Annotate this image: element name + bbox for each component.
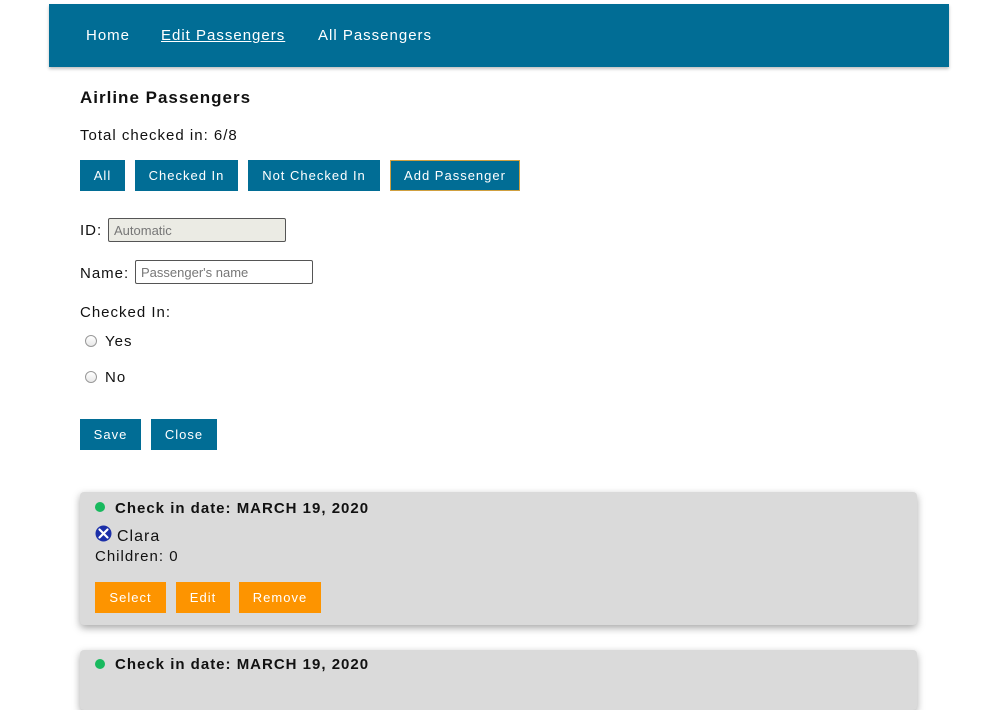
page-title: Airline Passengers (80, 88, 252, 107)
passenger-card: Check in date: MARCH 19, 2020 Clara Chil… (80, 492, 917, 625)
radio-no-label: No (105, 369, 127, 386)
edit-button[interactable]: Edit (176, 582, 230, 613)
passenger-card: Check in date: MARCH 19, 2020 (80, 650, 917, 710)
total-checked-in-label: Total checked in: (80, 127, 209, 144)
filter-not-checked-in-button[interactable]: Not Checked In (248, 160, 380, 191)
children-count: Children: 0 (95, 548, 179, 565)
name-field[interactable] (135, 260, 313, 284)
save-button[interactable]: Save (80, 419, 141, 450)
name-label: Name: (80, 265, 130, 282)
radio-no[interactable] (85, 371, 97, 383)
select-button[interactable]: Select (95, 582, 166, 613)
nav-home-link[interactable]: Home (86, 27, 130, 44)
nav-edit-passengers-link[interactable]: Edit Passengers (161, 27, 285, 44)
passenger-name: Clara (117, 528, 161, 545)
total-checked-in-value: 6/8 (213, 127, 238, 144)
check-in-date: Check in date: MARCH 19, 2020 (115, 500, 370, 517)
add-passenger-button[interactable]: Add Passenger (390, 160, 520, 191)
nav-all-passengers-link[interactable]: All Passengers (318, 27, 432, 44)
radio-yes[interactable] (85, 335, 97, 347)
navbar: Home Edit Passengers All Passengers (49, 4, 949, 67)
check-in-date: Check in date: MARCH 19, 2020 (115, 656, 370, 673)
total-checked-in: Total checked in: 6/8 (80, 127, 238, 144)
id-field[interactable] (108, 218, 286, 242)
checked-in-label: Checked In: (80, 304, 172, 321)
x-box-icon (95, 525, 112, 542)
status-dot-icon (95, 502, 105, 512)
remove-button[interactable]: Remove (239, 582, 321, 613)
radio-yes-label: Yes (105, 333, 133, 350)
id-label: ID: (80, 222, 103, 239)
filter-all-button[interactable]: All (80, 160, 125, 191)
filter-checked-in-button[interactable]: Checked In (135, 160, 238, 191)
status-dot-icon (95, 659, 105, 669)
close-button[interactable]: Close (151, 419, 217, 450)
